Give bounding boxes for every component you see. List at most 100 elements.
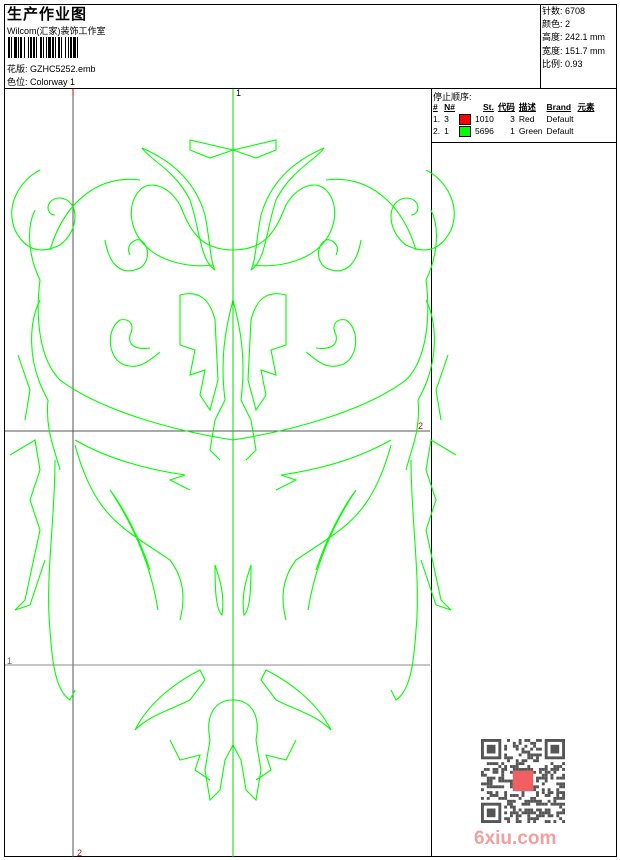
qr-module xyxy=(536,753,539,757)
qr-module xyxy=(492,767,496,771)
qr-module xyxy=(486,776,490,780)
qr-module xyxy=(556,794,560,797)
qr-module xyxy=(507,820,510,823)
qr-module xyxy=(512,808,516,812)
qr-module xyxy=(533,811,537,815)
qr-module xyxy=(533,817,537,821)
qr-module xyxy=(530,756,534,760)
qr-module xyxy=(562,762,565,766)
qr-module xyxy=(559,811,563,815)
qr-module xyxy=(507,779,510,783)
qr-module xyxy=(524,750,528,754)
guide-label-bottom: 2 xyxy=(77,848,83,858)
qr-module xyxy=(524,759,528,763)
qr-module xyxy=(521,791,525,795)
qr-module xyxy=(501,773,505,777)
qr-module xyxy=(521,811,525,815)
qr-module xyxy=(559,785,563,789)
qr-module xyxy=(512,744,516,748)
qr-module xyxy=(524,799,528,803)
qr-module xyxy=(507,799,510,803)
qr-finder xyxy=(550,744,560,754)
qr-module xyxy=(486,762,490,766)
qr-module xyxy=(489,791,493,795)
qr-module xyxy=(556,765,560,768)
qr-module xyxy=(544,794,548,797)
qr-module xyxy=(562,811,565,815)
qr-module xyxy=(498,785,502,789)
qr-module xyxy=(559,796,563,800)
qr-module xyxy=(547,791,551,795)
qr-module xyxy=(556,788,560,792)
qr-module xyxy=(483,767,487,771)
qr-module xyxy=(533,796,537,800)
qr-module xyxy=(533,770,537,774)
qr-module xyxy=(541,773,545,777)
qr-module xyxy=(530,799,534,803)
qr-module xyxy=(538,739,542,742)
guide-label-left: 1 xyxy=(7,656,13,666)
qr-module xyxy=(524,802,528,806)
qr-module xyxy=(495,770,499,774)
qr-module xyxy=(486,796,490,800)
qr-module xyxy=(536,756,539,760)
qr-module xyxy=(538,808,542,812)
qr-module xyxy=(481,796,484,800)
qr-module xyxy=(495,767,499,771)
qr-module xyxy=(492,794,496,797)
qr-module xyxy=(533,759,537,763)
qr-module xyxy=(533,788,537,792)
qr-module xyxy=(515,814,519,818)
qr-module xyxy=(489,762,493,766)
qr-module xyxy=(504,756,508,760)
qr-module xyxy=(495,785,499,789)
qr-module xyxy=(541,788,545,792)
qr-module xyxy=(512,811,516,815)
qr-module xyxy=(486,779,490,783)
qr-module xyxy=(504,753,508,757)
qr-module xyxy=(509,779,513,783)
qr-module xyxy=(536,799,539,803)
qr-module xyxy=(521,767,525,771)
qr-module xyxy=(536,747,539,751)
qr-finder xyxy=(486,808,496,818)
qr-module xyxy=(536,817,539,821)
qr-module xyxy=(524,811,528,815)
qr-module xyxy=(521,762,525,766)
qr-module xyxy=(524,767,528,771)
qr-module xyxy=(556,814,560,818)
qr-module xyxy=(544,820,548,823)
qr-module xyxy=(527,756,531,760)
qr-module xyxy=(556,802,560,806)
qr-module xyxy=(536,791,539,795)
qr-module xyxy=(527,765,531,768)
qr-module xyxy=(509,756,513,760)
qr-module xyxy=(489,782,493,786)
qr-module xyxy=(556,767,560,771)
qr-module xyxy=(536,785,539,789)
qr-module xyxy=(483,773,487,777)
guide-label-top: 1 xyxy=(236,88,242,98)
qr-module xyxy=(536,794,539,797)
qr-module xyxy=(530,741,534,745)
qr-module xyxy=(507,756,510,760)
qr-module xyxy=(541,811,545,815)
qr-module xyxy=(509,811,513,815)
qr-module xyxy=(553,820,557,823)
qr-module xyxy=(486,785,490,789)
qr-module xyxy=(518,741,522,745)
qr-module xyxy=(489,785,493,789)
qr-module xyxy=(486,791,490,795)
qr-module xyxy=(538,753,542,757)
watermark-logo: 6xiu.com xyxy=(474,828,557,849)
qr-module xyxy=(544,811,548,815)
qr-module xyxy=(527,814,531,818)
qr-module xyxy=(538,776,542,780)
qr-module xyxy=(530,808,534,812)
qr-module xyxy=(562,802,565,806)
qr-module xyxy=(501,767,505,771)
qr-module xyxy=(504,791,508,795)
qr-module xyxy=(504,811,508,815)
qr-module xyxy=(544,808,548,812)
qr-module xyxy=(541,776,545,780)
